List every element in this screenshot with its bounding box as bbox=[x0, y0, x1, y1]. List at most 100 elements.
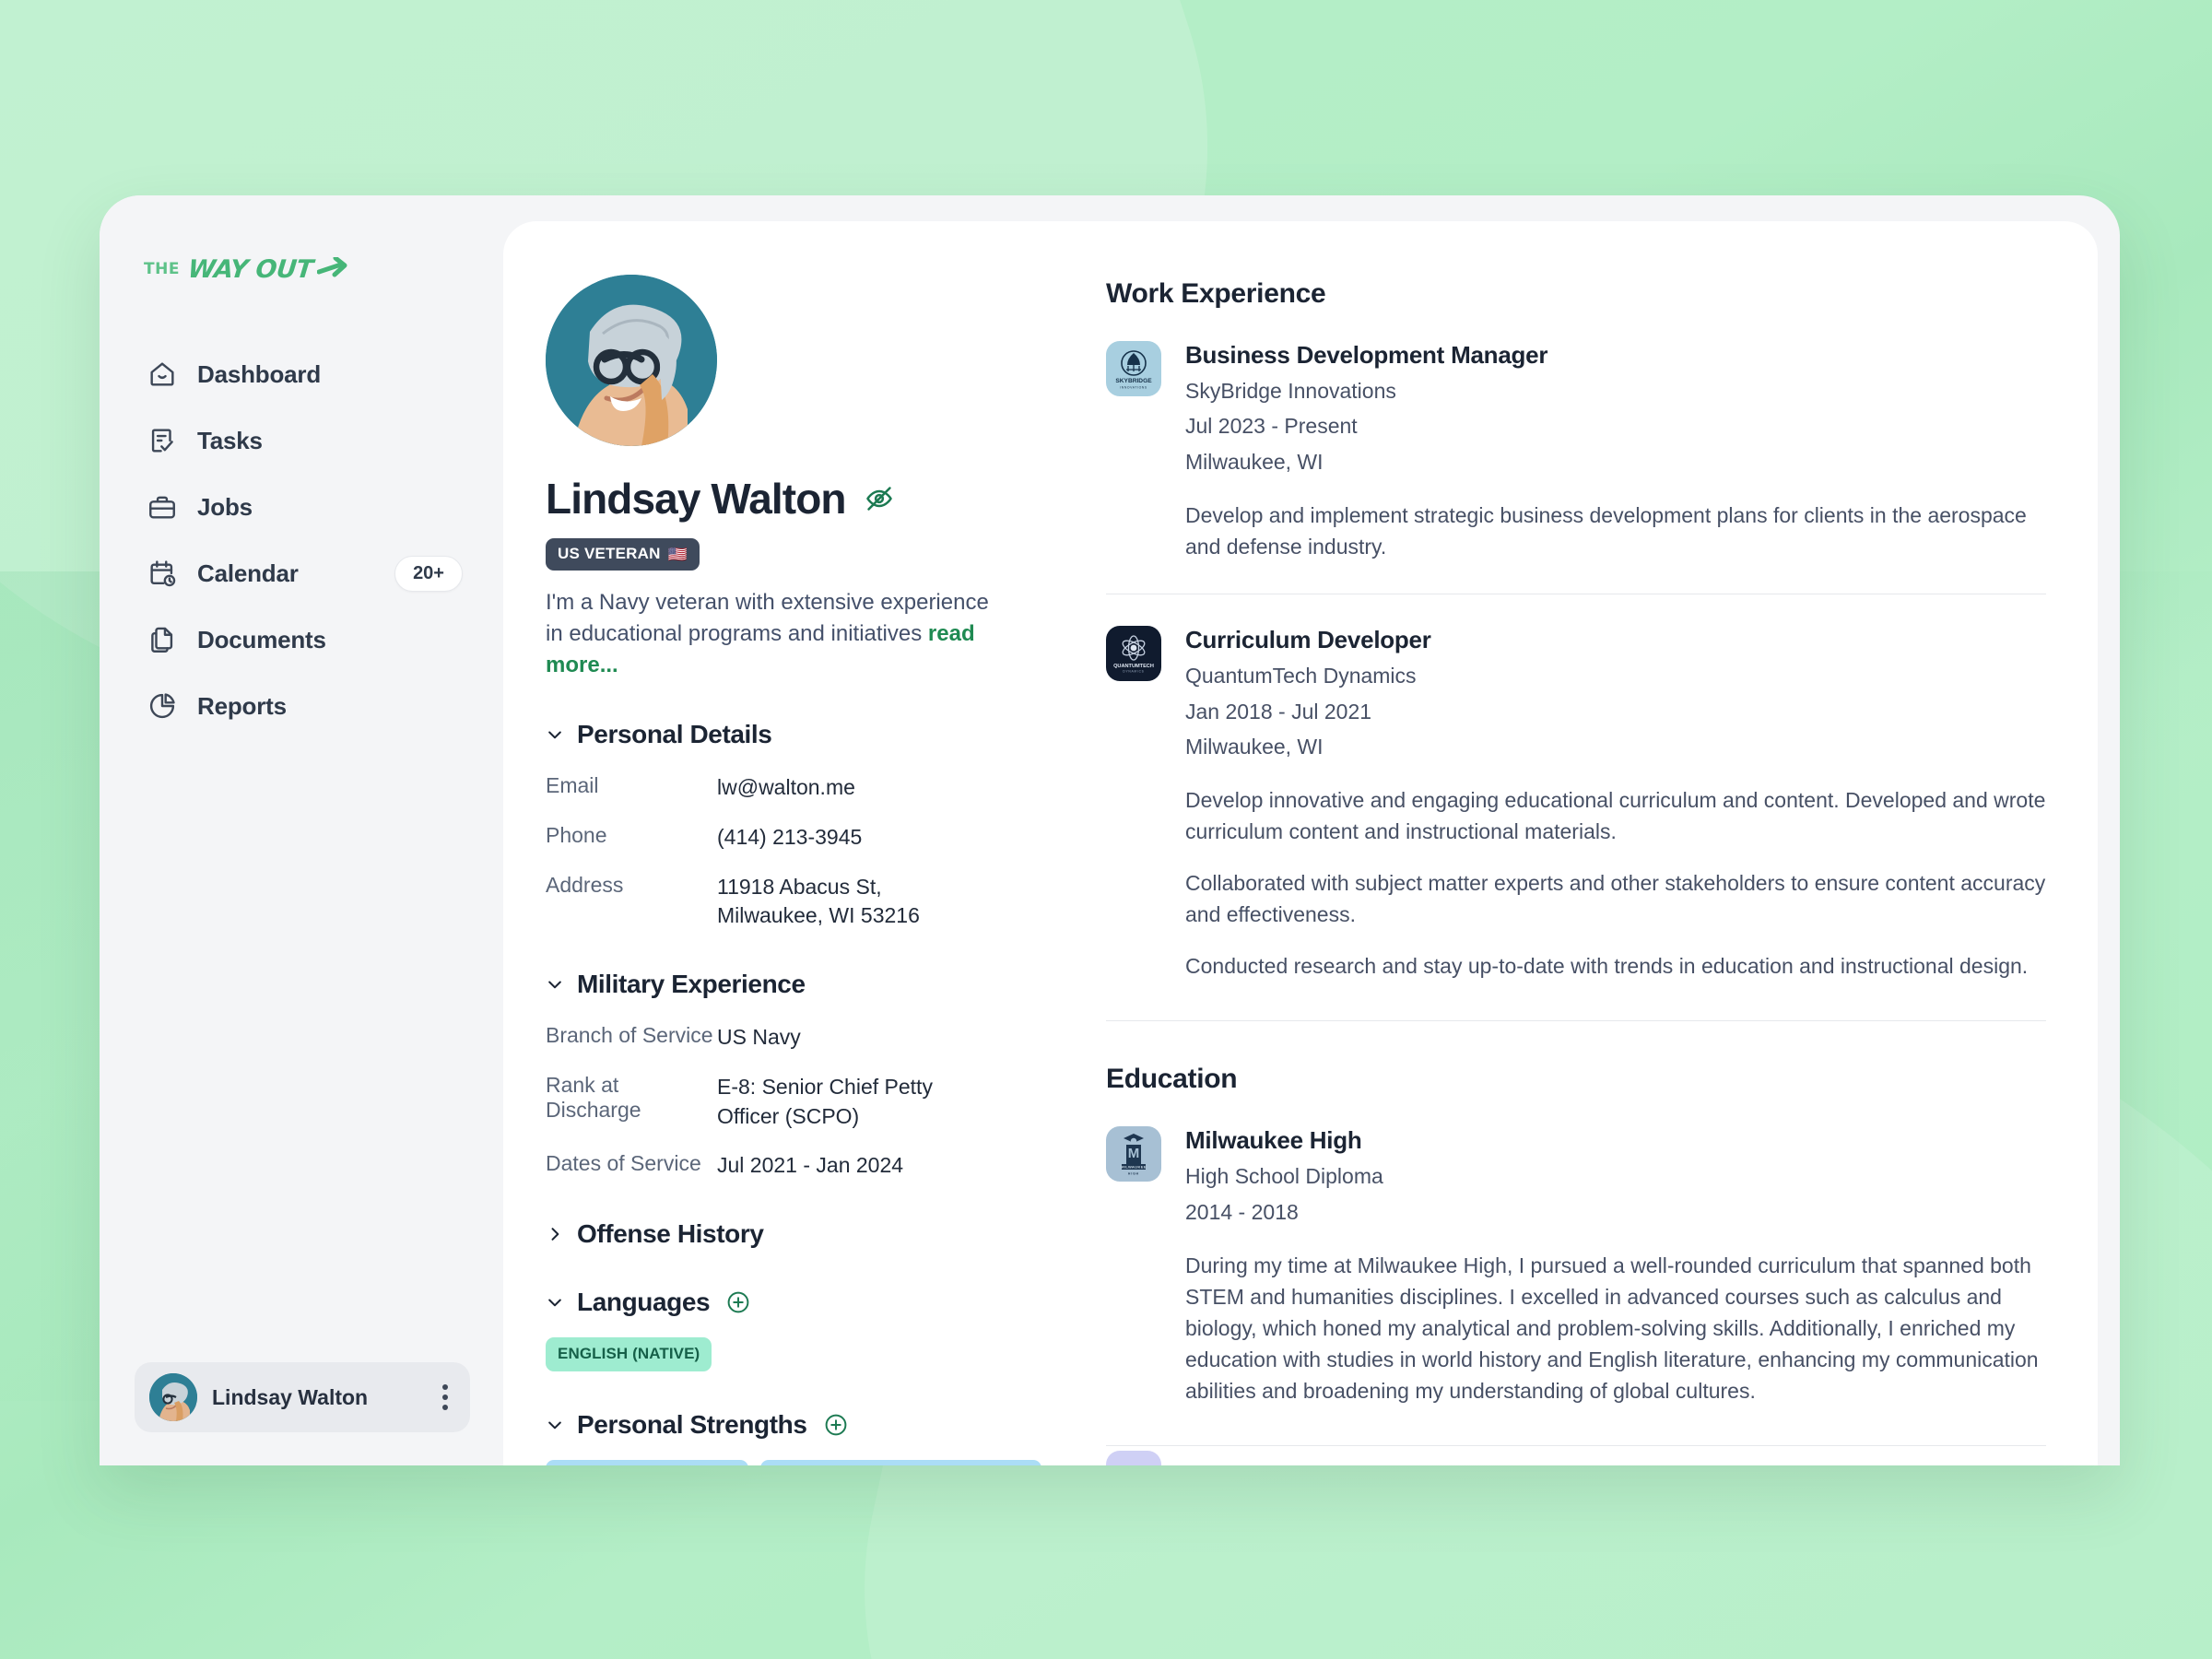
job-location: Milwaukee, WI bbox=[1185, 449, 1324, 474]
kebab-menu-icon[interactable] bbox=[442, 1384, 455, 1410]
skybridge-innovations-logo: SKYBRIDGE INNOVATIONS bbox=[1106, 341, 1161, 396]
detail-key: Address bbox=[546, 872, 624, 897]
profile-bio: I'm a Navy veteran with extensive experi… bbox=[546, 587, 1006, 681]
next-entry-logo-partial bbox=[1106, 1451, 1161, 1465]
sidebar-item-dashboard[interactable]: Dashboard bbox=[100, 341, 503, 407]
logo-arrow-icon bbox=[317, 257, 348, 281]
detail-row: Dates of Service Jul 2021 - Jan 2024 bbox=[546, 1151, 1056, 1181]
svg-text:SKYBRIDGE: SKYBRIDGE bbox=[1115, 378, 1152, 384]
sidebar-item-tasks[interactable]: Tasks bbox=[100, 407, 503, 474]
work-experience-entry: SKYBRIDGE INNOVATIONS Business Developme… bbox=[1106, 310, 2046, 562]
divider bbox=[1106, 1445, 2046, 1447]
logo-prefix-text: THE bbox=[144, 260, 180, 278]
detail-key: Email bbox=[546, 773, 599, 798]
strengths-chip-list: COMMUNICATES WELL WILLING TO LEARN NEW T… bbox=[546, 1460, 1056, 1465]
work-experience-heading: Work Experience bbox=[1106, 278, 1326, 309]
section-header-languages[interactable]: Languages bbox=[546, 1288, 1056, 1317]
sidebar-item-label: Calendar bbox=[197, 559, 299, 587]
eye-off-icon[interactable] bbox=[865, 484, 894, 513]
school-name: Milwaukee High bbox=[1185, 1126, 1362, 1155]
detail-key: Branch of Service bbox=[546, 1023, 713, 1048]
milwaukee-high-logo: M MILWAUKEE HIGH bbox=[1106, 1126, 1161, 1182]
military-experience-list: Branch of Service US Navy Rank at Discha… bbox=[546, 1023, 1056, 1181]
page-title: Lindsay Walton bbox=[546, 475, 847, 523]
status-badge: US VETERAN 🇺🇸 bbox=[546, 538, 700, 571]
chevron-right-icon bbox=[546, 1225, 564, 1243]
strength-chip: WILLING TO LEARN NEW THINGS bbox=[760, 1460, 1042, 1465]
sidebar-item-label: Documents bbox=[197, 625, 326, 653]
pie-chart-icon bbox=[144, 688, 181, 724]
job-dates: Jul 2023 - Present bbox=[1185, 414, 1358, 439]
sidebar-item-calendar[interactable]: Calendar 20+ bbox=[100, 540, 503, 606]
work-entry-body: Curriculum Developer QuantumTech Dynamic… bbox=[1185, 626, 2046, 982]
section-title: Offense History bbox=[577, 1219, 764, 1249]
profile-photo bbox=[546, 275, 717, 446]
company-name: SkyBridge Innovations bbox=[1185, 379, 1396, 403]
job-title: Curriculum Developer bbox=[1185, 626, 1431, 654]
sidebar-user-name: Lindsay Walton bbox=[212, 1384, 369, 1409]
strength-chip: COMMUNICATES WELL bbox=[546, 1460, 749, 1465]
sidebar-item-label: Jobs bbox=[197, 492, 253, 521]
sidebar-item-label: Reports bbox=[197, 691, 287, 720]
education-entry: M MILWAUKEE HIGH Milwaukee High High Sch… bbox=[1106, 1095, 2046, 1406]
sidebar-user-card[interactable]: Lindsay Walton bbox=[135, 1362, 470, 1432]
main-content-panel: Lindsay Walton US VETERAN 🇺🇸 I'm a Navy … bbox=[503, 221, 2098, 1465]
detail-value: E-8: Senior Chief Petty Officer (SCPO) bbox=[717, 1074, 933, 1128]
work-experience-entry: QUANTUMTECH DYNAMICS Curriculum Develope… bbox=[1106, 594, 2046, 982]
detail-key: Dates of Service bbox=[546, 1151, 701, 1176]
logo-main-text: WAY OUT bbox=[186, 254, 314, 284]
chevron-down-icon bbox=[546, 1293, 564, 1312]
education-heading: Education bbox=[1106, 1064, 1238, 1095]
calendar-count-badge: 20+ bbox=[394, 555, 463, 592]
task-checklist-icon bbox=[144, 422, 181, 459]
detail-value: (414) 213-3945 bbox=[717, 824, 863, 849]
section-title: Military Experience bbox=[577, 970, 806, 999]
personal-details-list: Email lw@walton.me Phone (414) 213-3945 … bbox=[546, 773, 1056, 931]
job-title: Business Development Manager bbox=[1185, 341, 1548, 369]
sidebar-item-label: Dashboard bbox=[197, 359, 322, 388]
work-entry-body: Business Development Manager SkyBridge I… bbox=[1185, 341, 2046, 562]
detail-value: Jul 2021 - Jan 2024 bbox=[717, 1153, 904, 1178]
detail-value: US Navy bbox=[717, 1025, 801, 1050]
app-logo[interactable]: THE WAY OUT bbox=[144, 251, 503, 288]
section-header-military-experience[interactable]: Military Experience bbox=[546, 970, 1056, 999]
job-dates: Jan 2018 - Jul 2021 bbox=[1185, 699, 1372, 724]
quantumtech-dynamics-logo: QUANTUMTECH DYNAMICS bbox=[1106, 626, 1161, 682]
section-header-offense-history[interactable]: Offense History bbox=[546, 1219, 1056, 1249]
svg-text:INNOVATIONS: INNOVATIONS bbox=[1120, 386, 1147, 390]
svg-text:M: M bbox=[1128, 1146, 1140, 1161]
avatar bbox=[149, 1373, 197, 1421]
calendar-clock-icon bbox=[144, 555, 181, 592]
section-header-personal-strengths[interactable]: Personal Strengths bbox=[546, 1410, 1056, 1440]
section-title: Languages bbox=[577, 1288, 711, 1317]
education-description: During my time at Milwaukee High, I purs… bbox=[1185, 1253, 2039, 1404]
education-entry-body: Milwaukee High High School Diploma 2014 … bbox=[1185, 1126, 2046, 1406]
sidebar-item-jobs[interactable]: Jobs bbox=[100, 474, 503, 540]
svg-text:HIGH: HIGH bbox=[1128, 1172, 1139, 1176]
sidebar-item-documents[interactable]: Documents bbox=[100, 606, 503, 673]
add-language-button[interactable] bbox=[726, 1290, 750, 1314]
sidebar-item-label: Tasks bbox=[197, 426, 263, 454]
app-window: THE WAY OUT Dashboard Tasks Jobs Calenda… bbox=[100, 195, 2120, 1465]
svg-text:QUANTUMTECH: QUANTUMTECH bbox=[1113, 664, 1154, 669]
chevron-down-icon bbox=[546, 725, 564, 744]
chevron-down-icon bbox=[546, 975, 564, 994]
detail-value: 11918 Abacus St, Milwaukee, WI 53216 bbox=[717, 874, 920, 928]
profile-column: Lindsay Walton US VETERAN 🇺🇸 I'm a Navy … bbox=[503, 221, 1056, 1465]
detail-row: Address 11918 Abacus St, Milwaukee, WI 5… bbox=[546, 873, 1056, 931]
documents-icon bbox=[144, 621, 181, 658]
detail-row: Phone (414) 213-3945 bbox=[546, 823, 1056, 853]
chevron-down-icon bbox=[546, 1416, 564, 1434]
sidebar-item-reports[interactable]: Reports bbox=[100, 673, 503, 739]
detail-key: Rank at Discharge bbox=[546, 1072, 641, 1122]
detail-row: Email lw@walton.me bbox=[546, 773, 1056, 803]
section-header-personal-details[interactable]: Personal Details bbox=[546, 720, 1056, 749]
language-chip: ENGLISH (NATIVE) bbox=[546, 1337, 712, 1372]
job-location: Milwaukee, WI bbox=[1185, 734, 1324, 759]
add-strength-button[interactable] bbox=[824, 1413, 848, 1437]
svg-text:MILWAUKEE: MILWAUKEE bbox=[1121, 1165, 1147, 1170]
us-flag-icon: 🇺🇸 bbox=[667, 545, 688, 563]
languages-chip-list: ENGLISH (NATIVE) bbox=[546, 1337, 1056, 1372]
home-icon bbox=[144, 356, 181, 393]
